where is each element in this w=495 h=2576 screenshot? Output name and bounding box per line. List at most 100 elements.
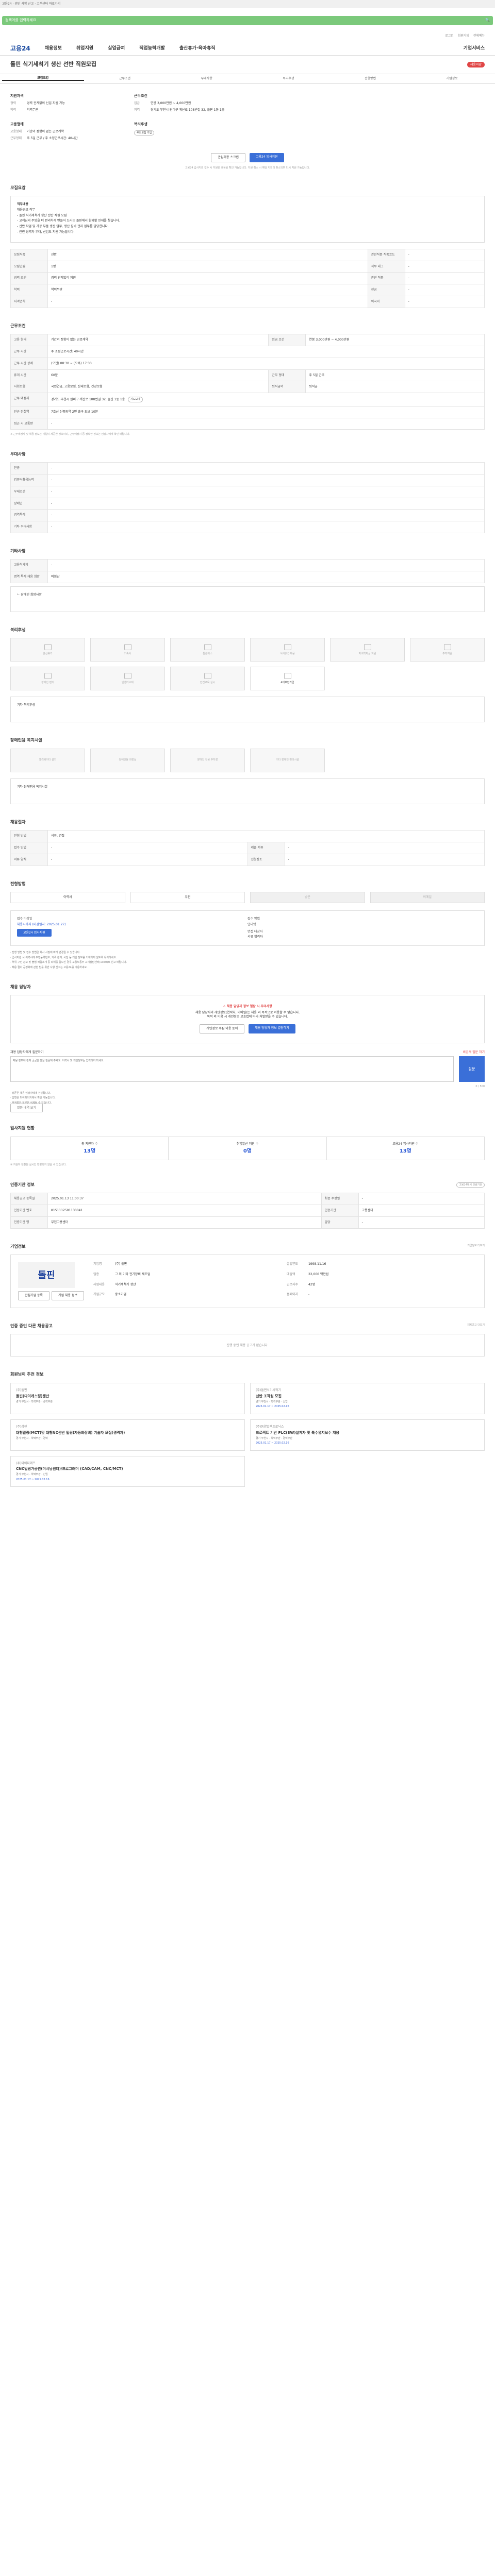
recommend-card[interactable]: (주)와이피에프 CNC밀링가공원(머시닝센터)/프로그래머 (CAD/CAM,… bbox=[10, 1455, 245, 1487]
table-label: 근무 예정지 bbox=[10, 393, 48, 406]
table-label: 우대조건 bbox=[10, 485, 48, 498]
tab-select[interactable]: 전형방법 bbox=[329, 77, 411, 81]
bullet-text: · 입사지원 시 이력서에 주민등록번호, 가족 관계, 사진 등 개인 정보를… bbox=[10, 956, 117, 959]
apply-button[interactable]: 고용24 입사지원 bbox=[249, 153, 284, 163]
table-value: - bbox=[284, 853, 485, 866]
recruit-table: 모집직종 선반 관련직종 직종코드 - 모집인원 1명 직무 태그 - 경력 조건 경력 … bbox=[10, 248, 485, 308]
inquiry-label: 채용 담당자에게 질문하기 bbox=[10, 1050, 44, 1054]
disability-section: 장애인용 복지시설 엘리베이터 설치 장애인용 화장실 장애인 전용 주차장 기… bbox=[0, 738, 495, 804]
inquiry-count: 0 / 500 bbox=[475, 1085, 485, 1089]
info-value: 식기세척기 생산 bbox=[114, 1282, 136, 1286]
table-value: 퇴직금 bbox=[305, 381, 485, 394]
company-jobs-button[interactable]: 기업 채용 정보 bbox=[52, 1291, 84, 1301]
inquiry-history-button[interactable]: 질문 내역 보기 bbox=[10, 1104, 43, 1113]
company-more-link[interactable]: 기업정보 더보기 bbox=[467, 1244, 485, 1249]
summary-value: 기간의 정함이 없는 근로계약 bbox=[27, 129, 64, 133]
apply-button-2[interactable]: 고용24 입사지원 bbox=[17, 928, 52, 937]
method-visit: 방문 bbox=[250, 891, 365, 903]
signup-link[interactable]: 회원가입 bbox=[458, 34, 469, 41]
status-count: 13명 bbox=[84, 1148, 96, 1155]
table-value: 부천고용센터 bbox=[47, 1216, 322, 1229]
nav-item-training[interactable]: 직업능력개발 bbox=[139, 46, 165, 52]
same-company-section: 인증 중인 다른 채용공고 채용공고 더보기 진행 중인 채용 공고가 없습니다. bbox=[0, 1324, 495, 1357]
status-cell: 고용24 입사지원 수 13명 bbox=[327, 1137, 484, 1160]
all-menu-link[interactable]: 전체메뉴 bbox=[473, 34, 485, 41]
welfare-label: 자녀학자금 지원 bbox=[358, 652, 376, 656]
etc-section: 기타사항 고용허가제 - 병역 특례 채용 희망 미희망 ㄴ 장애인 희망사항 bbox=[0, 549, 495, 612]
consent-button[interactable]: 개인정보 수집·이용 동의 bbox=[200, 1024, 245, 1033]
welfare-label: 기숙사 bbox=[124, 652, 131, 656]
inquiry-submit-button[interactable]: 질문 bbox=[459, 1056, 485, 1082]
note-text: · 부적절한 질문은 삭제될 수 있습니다. bbox=[10, 1101, 52, 1105]
table-label: 경력 조건 bbox=[10, 272, 48, 285]
recommend-card[interactable]: (주)동양일렉트로닉스 프로젝트 기반 PLC(SW)설계자 및 특수유지보수 … bbox=[250, 1419, 485, 1451]
etc-table: 고용허가제 - 병역 특례 채용 희망 미희망 bbox=[10, 559, 485, 583]
tab-company[interactable]: 기업정보 bbox=[411, 77, 493, 81]
nav-item-business[interactable]: 기업서비스 bbox=[464, 46, 485, 52]
rec-meta: 경기 부천시 · 학력무관 · 경력무관 bbox=[256, 1436, 292, 1440]
nav-item-benefit[interactable]: 실업급여 bbox=[108, 46, 125, 52]
summary-label: 경력 bbox=[10, 101, 16, 106]
section-tabs: 모집요강 근무조건 우대사항 복리후생 전형방법 기업정보 bbox=[0, 74, 495, 83]
disability-box: 기타 장애인용 복지시설 bbox=[10, 778, 485, 804]
table-value: - bbox=[404, 260, 485, 273]
welfare-label: 4대보험가입 bbox=[280, 681, 294, 685]
table-label: 자격면허 bbox=[10, 296, 48, 308]
table-value: 고용센터 bbox=[358, 1205, 485, 1217]
inquiry-textarea[interactable] bbox=[10, 1056, 454, 1082]
summary-value: 경력 관계없이 신입 지원 가능 bbox=[27, 101, 65, 106]
apply-bullets: · 전형 방법 및 접수 방법은 회사 사정에 따라 변경될 수 있습니다. ·… bbox=[10, 951, 485, 969]
view-contact-button[interactable]: 채용 담당자 정보 열람하기 bbox=[249, 1024, 295, 1033]
nav-item-support[interactable]: 취업지원 bbox=[76, 46, 93, 52]
recommend-card[interactable]: (주)돌핀 돌핀(다이캐스팅)생산 경기 부천시 · 학력무관 · 경력무관 bbox=[10, 1382, 245, 1414]
map-button[interactable]: 지도보기 bbox=[128, 397, 143, 402]
tab-recruit[interactable]: 모집요강 bbox=[2, 76, 84, 81]
table-label: 외국어 bbox=[367, 296, 405, 308]
section-title: 근무조건 bbox=[10, 323, 26, 328]
section-title: 인증기관 정보 bbox=[10, 1182, 35, 1187]
welfare-item: 식사(비) 제공 bbox=[250, 638, 325, 662]
table-value: 경기도 부천시 원미구 계산로 108번길 32, 돌핀 1동 1층 bbox=[51, 397, 125, 401]
table-value: 기간의 정함이 없는 근로계약 bbox=[47, 334, 269, 347]
summary-label: 고용형태 bbox=[10, 129, 22, 133]
info-label: 업종 bbox=[93, 1272, 100, 1276]
table-value: - bbox=[47, 521, 485, 533]
recommend-card[interactable]: (주)돌핀식기세척기 선반 조작원 모집 경기 부천시 · 학력무관 · 신입 … bbox=[250, 1382, 485, 1414]
login-link[interactable]: 로그인 bbox=[445, 34, 454, 41]
welfare-label: 인센티브제 bbox=[121, 681, 134, 685]
facility-item: 장애인용 화장실 bbox=[90, 748, 165, 772]
table-label: 사회보험 bbox=[10, 381, 48, 394]
same-more-link[interactable]: 채용공고 더보기 bbox=[467, 1324, 485, 1329]
welfare-item: 4대보험가입 bbox=[250, 667, 325, 691]
table-value: - bbox=[47, 559, 485, 572]
table-label: 컴퓨터활용능력 bbox=[10, 473, 48, 486]
search-icon[interactable]: 🔍 bbox=[485, 18, 490, 23]
table-label: 관련 직종 bbox=[367, 272, 405, 285]
table-value: - bbox=[47, 462, 485, 474]
site-logo[interactable]: 고용24 bbox=[10, 45, 30, 53]
table-value: 1명 bbox=[47, 260, 368, 273]
search-input[interactable]: 검색어를 입력하세요 🔍 bbox=[2, 16, 493, 25]
tab-welfare[interactable]: 복리후생 bbox=[248, 77, 329, 81]
recommend-card[interactable]: (주)상진 대형밀링(MCT)및 대형NC선반 밀링(자동화장비) 기술자 모집… bbox=[10, 1419, 245, 1451]
nav-item-jobs[interactable]: 채용정보 bbox=[45, 46, 62, 52]
rec-company: (주)와이피에프 bbox=[16, 1461, 36, 1465]
nav-item-leave[interactable]: 출산휴가·육아휴직 bbox=[179, 46, 216, 52]
insurance-icon bbox=[284, 673, 291, 680]
work-section: 근무조건 고용 형태 기간의 정함이 없는 근로계약 임금 조건 연봉 3,000만원… bbox=[0, 324, 495, 436]
tab-pref[interactable]: 우대사항 bbox=[166, 77, 248, 81]
welfare-item: 출산휴가 bbox=[10, 638, 85, 662]
scrap-button[interactable]: 관심채용 스크랩 bbox=[211, 153, 245, 163]
follow-company-button[interactable]: 관심기업 등록 bbox=[18, 1291, 50, 1301]
table-label: 전형장소 bbox=[247, 853, 285, 866]
job-desc-line: - 관련 경력자 우대, 신입도 지원 가능합니다. bbox=[17, 230, 75, 234]
table-value: 2025.01.13 11:00:37 bbox=[47, 1193, 322, 1206]
period-value: 채용시까지 (마감일자: 2025.01.27) bbox=[17, 922, 66, 926]
table-value: (오전) 08:30 ~ (오후) 17:30 bbox=[47, 357, 485, 370]
facility-item: 기타 장애인 편의시설 bbox=[250, 748, 325, 772]
private-question-link[interactable]: 비공개 질문 하기 bbox=[463, 1050, 485, 1055]
tab-work[interactable]: 근무조건 bbox=[84, 77, 166, 81]
cert-agency-button[interactable]: 고용24에서 인증기관 bbox=[456, 1182, 485, 1188]
table-value: - bbox=[47, 853, 248, 866]
recruit-section: 모집요강 직무내용 채용공고 직무 - 돌핀 식기세척기 생산 선반 직원 모집… bbox=[0, 185, 495, 308]
